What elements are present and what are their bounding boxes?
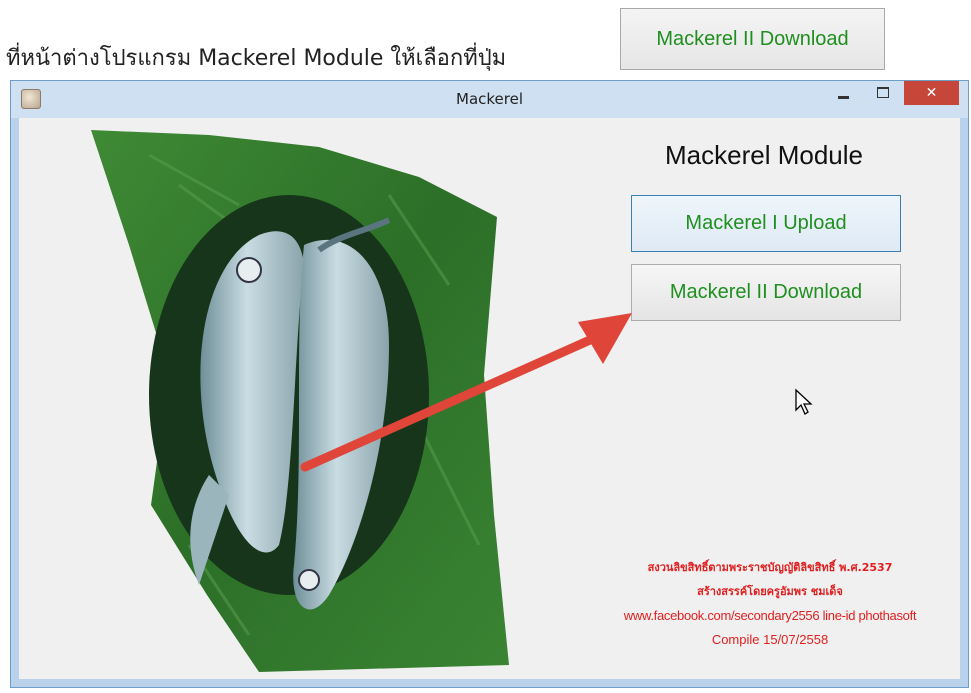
contact-text: www.facebook.com/secondary2556 line-id p… — [623, 608, 917, 623]
mackerel-fish-image — [91, 130, 509, 672]
module-title: Mackerel Module — [665, 140, 863, 170]
mouse-pointer-icon — [795, 388, 813, 415]
instruction-text: ที่หน้าต่างโปรแกรม Mackerel Module ให้เล… — [6, 46, 507, 71]
download-button[interactable]: Mackerel II Download — [631, 264, 901, 321]
upload-button[interactable]: Mackerel I Upload — [631, 195, 901, 252]
sample-download-button: Mackerel II Download — [620, 8, 885, 70]
copyright-text: สงวนลิขสิทธิ์ตามพระราชบัญญัติลิขสิทธิ์ พ… — [647, 561, 893, 574]
minimize-icon[interactable] — [823, 81, 863, 105]
maximize-icon[interactable] — [863, 81, 903, 105]
compile-date-text: Compile 15/07/2558 — [711, 632, 829, 647]
close-button[interactable]: ✕ — [904, 81, 959, 105]
credits-block: สงวนลิขสิทธิ์ตามพระราชบัญญัติลิขสิทธิ์ พ… — [579, 556, 961, 652]
author-text: สร้างสรรค์โดยครูอัมพร ชมเด็จ — [697, 585, 843, 598]
window-client-area: Mackerel Module Mackerel I Upload Macker… — [19, 118, 960, 679]
mackerel-window: Mackerel ✕ Mackerel Module Mackerel I Up… — [10, 80, 969, 688]
title-bar[interactable]: Mackerel ✕ — [11, 81, 968, 118]
